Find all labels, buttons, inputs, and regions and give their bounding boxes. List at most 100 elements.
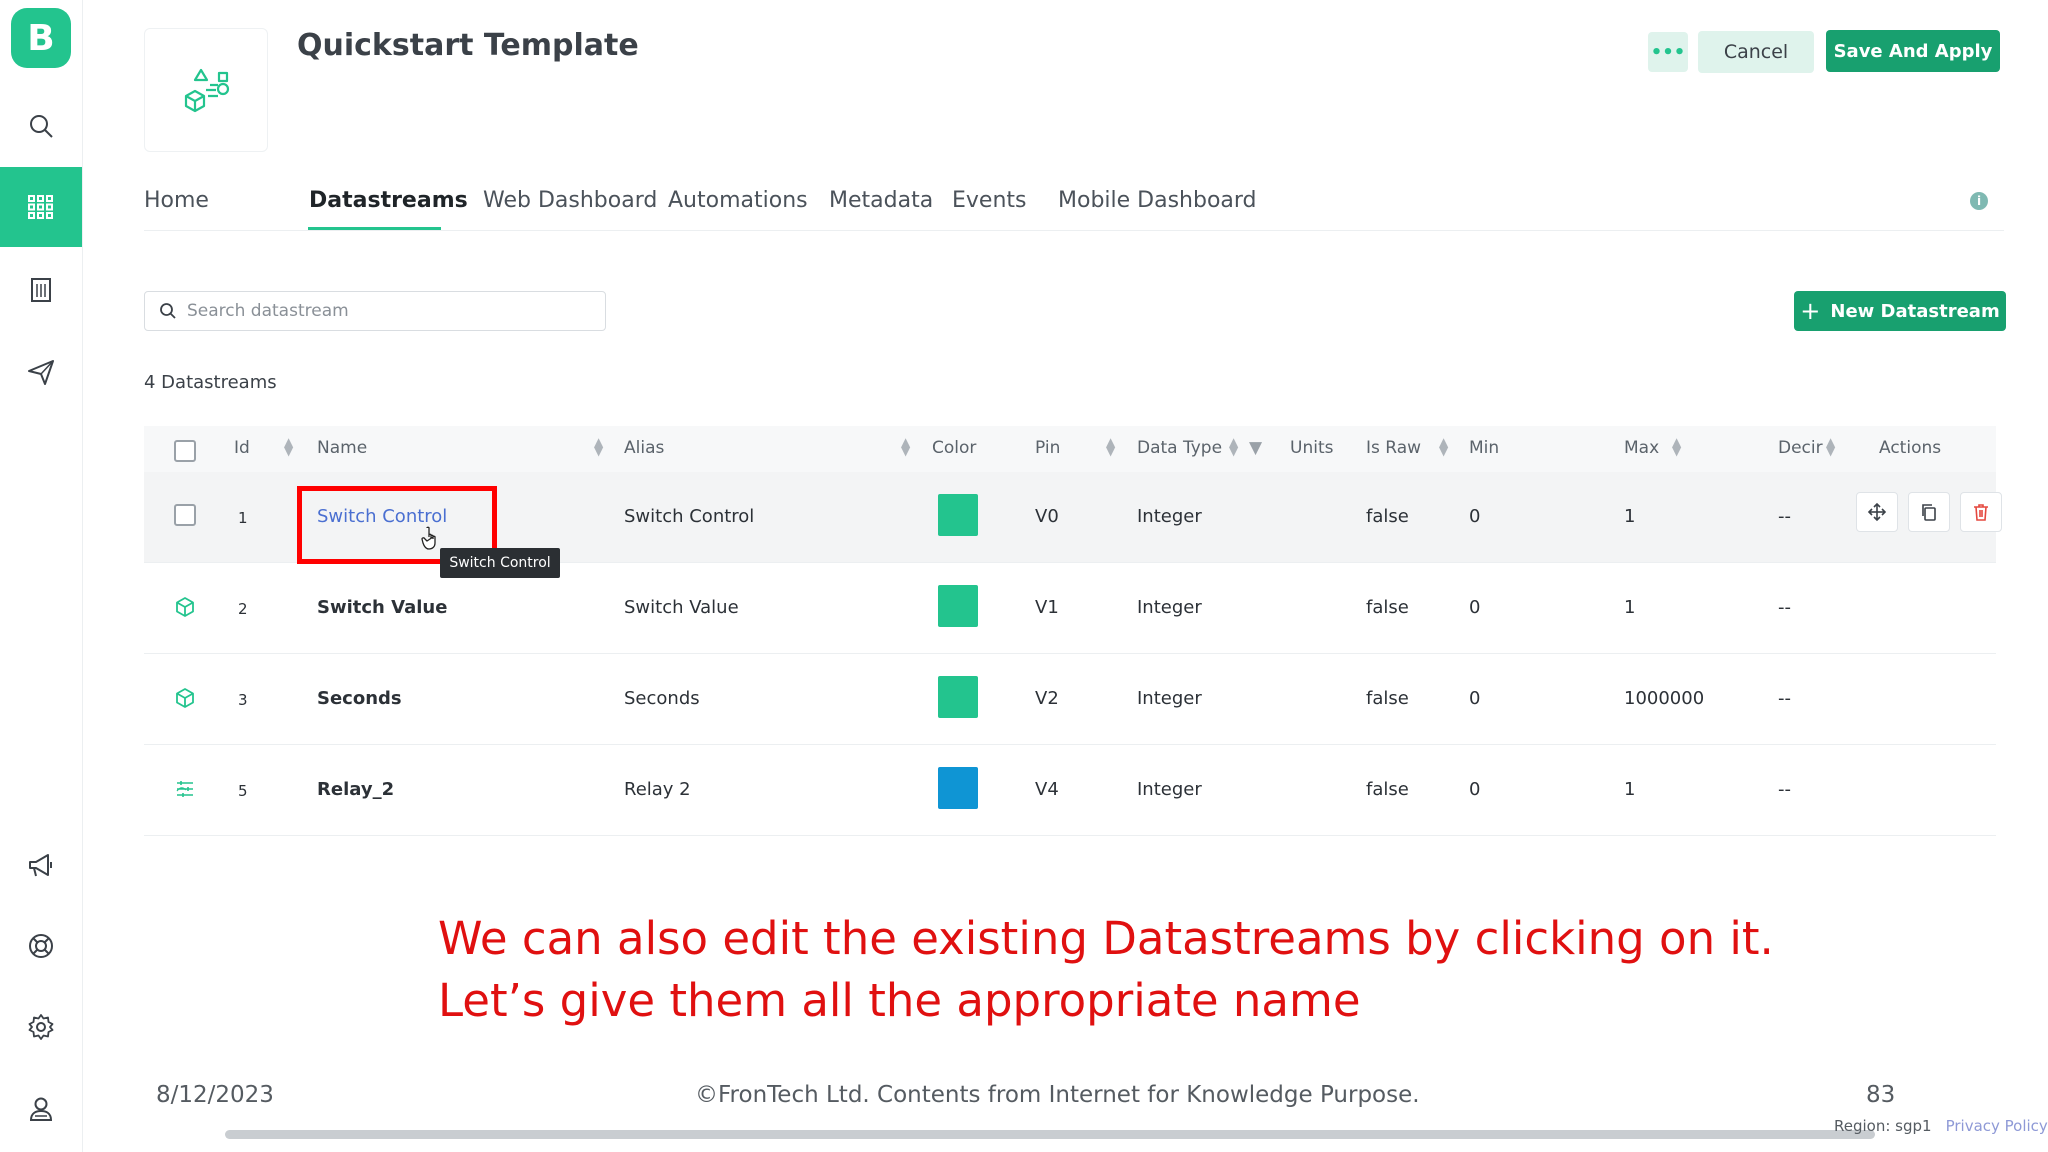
row-alias: Switch Control xyxy=(624,506,755,527)
duplicate-button[interactable] xyxy=(1908,492,1950,532)
building-icon xyxy=(31,278,51,302)
tab-datastreams[interactable]: Datastreams xyxy=(309,188,468,213)
row-pin: V4 xyxy=(1035,779,1059,800)
row-alias: Relay 2 xyxy=(624,779,691,800)
search-icon xyxy=(30,115,53,138)
new-datastream-button[interactable]: + New Datastream xyxy=(1794,291,2006,331)
active-tab-indicator xyxy=(308,227,441,230)
footer-page-number: 83 xyxy=(1866,1082,1896,1108)
row-decimals: -- xyxy=(1778,688,1791,709)
save-and-apply-button[interactable]: Save And Apply xyxy=(1826,30,2000,72)
sort-icon[interactable]: ▲ ▼ xyxy=(594,436,603,457)
column-header-color: Color xyxy=(932,438,977,458)
sidebar-item-send[interactable] xyxy=(0,332,82,412)
column-header-actions: Actions xyxy=(1879,438,1942,458)
row-color-swatch xyxy=(938,676,978,718)
column-header-decimals: Decir xyxy=(1778,438,1823,458)
annotation-text: We can also edit the existing Datastream… xyxy=(438,908,1774,1032)
sliders-icon xyxy=(176,781,193,797)
info-icon[interactable]: i xyxy=(1970,192,1988,210)
horizontal-scrollbar[interactable] xyxy=(225,1130,1875,1139)
tab-events[interactable]: Events xyxy=(952,188,1027,213)
column-header-pin[interactable]: Pin xyxy=(1035,438,1060,458)
sidebar-item-help[interactable] xyxy=(0,906,82,986)
table-row[interactable]: 2 Switch Value Switch Value V1 Integer f… xyxy=(144,563,1996,654)
column-header-is-raw[interactable]: Is Raw xyxy=(1366,438,1421,458)
tab-automations[interactable]: Automations xyxy=(668,188,808,213)
row-min: 0 xyxy=(1469,779,1481,800)
row-checkbox[interactable] xyxy=(174,504,196,526)
sort-icon[interactable]: ▲ ▼ xyxy=(284,436,293,457)
row-name[interactable]: Switch Value xyxy=(317,597,447,618)
hand-cursor-icon xyxy=(421,526,436,550)
region-label: Region: sgp1 xyxy=(1834,1117,1932,1135)
sidebar-item-organizations[interactable] xyxy=(0,250,82,330)
filter-icon[interactable]: ▼ xyxy=(1249,438,1262,458)
grid-icon xyxy=(28,195,53,219)
sidebar-item-search[interactable] xyxy=(0,86,82,166)
more-options-button[interactable]: ••• xyxy=(1648,32,1688,72)
sidebar-item-announcements[interactable] xyxy=(0,825,82,905)
tab-metadata[interactable]: Metadata xyxy=(829,188,933,213)
delete-button[interactable] xyxy=(1960,492,2002,532)
row-data-type: Integer xyxy=(1137,506,1202,527)
row-max: 1000000 xyxy=(1624,688,1705,709)
footer-region: Region: sgp1 Privacy Policy xyxy=(1834,1117,2048,1135)
cube-icon xyxy=(176,688,194,708)
row-color-swatch xyxy=(938,767,978,809)
sidebar-item-settings[interactable] xyxy=(0,987,82,1067)
row-min: 0 xyxy=(1469,506,1481,527)
megaphone-icon xyxy=(29,854,52,877)
sort-icon[interactable]: ▲ ▼ xyxy=(901,436,910,457)
copy-icon xyxy=(1922,504,1936,521)
row-alias: Switch Value xyxy=(624,597,739,618)
row-pin: V1 xyxy=(1035,597,1059,618)
table-row[interactable]: 3 Seconds Seconds V2 Integer false 0 100… xyxy=(144,654,1996,745)
gear-icon xyxy=(28,1014,54,1040)
tab-home[interactable]: Home xyxy=(144,188,209,213)
row-name[interactable]: Relay_2 xyxy=(317,779,394,800)
column-header-data-type[interactable]: Data Type xyxy=(1137,438,1222,458)
sort-icon[interactable]: ▲ ▼ xyxy=(1672,436,1681,457)
tooltip: Switch Control xyxy=(440,548,560,578)
row-pin: V0 xyxy=(1035,506,1059,527)
row-data-type: Integer xyxy=(1137,688,1202,709)
template-image[interactable] xyxy=(144,28,268,152)
sort-icon[interactable]: ▲ ▼ xyxy=(1439,436,1448,457)
sort-icon[interactable]: ▲ ▼ xyxy=(1106,436,1115,457)
row-alias: Seconds xyxy=(624,688,700,709)
row-name[interactable]: Seconds xyxy=(317,688,402,709)
datastream-count: 4 Datastreams xyxy=(144,372,277,393)
row-decimals: -- xyxy=(1778,597,1791,618)
sidebar-item-templates[interactable] xyxy=(0,167,82,247)
cube-icon xyxy=(176,597,194,617)
privacy-policy-link[interactable]: Privacy Policy xyxy=(1946,1117,2048,1135)
tab-web-dashboard[interactable]: Web Dashboard xyxy=(483,188,657,213)
tab-mobile-dashboard[interactable]: Mobile Dashboard xyxy=(1058,188,1257,213)
row-decimals: -- xyxy=(1778,506,1791,527)
page-title: Quickstart Template xyxy=(297,28,639,63)
move-button[interactable] xyxy=(1856,492,1898,532)
row-color-swatch xyxy=(938,585,978,627)
select-all-checkbox[interactable] xyxy=(174,440,196,462)
row-is-raw: false xyxy=(1366,506,1409,527)
table-row[interactable]: 5 Relay_2 Relay 2 V4 Integer false 0 1 -… xyxy=(144,745,1996,836)
template-device-icon xyxy=(184,68,230,113)
sort-icon[interactable]: ▲ ▼ xyxy=(1229,436,1238,457)
column-header-name[interactable]: Name xyxy=(317,438,367,458)
column-header-max[interactable]: Max xyxy=(1624,438,1659,458)
move-icon xyxy=(1867,502,1887,522)
column-header-alias[interactable]: Alias xyxy=(624,438,664,458)
trash-icon xyxy=(1974,504,1988,521)
row-id: 2 xyxy=(238,600,248,618)
row-max: 1 xyxy=(1624,779,1636,800)
sort-icon[interactable]: ▲ ▼ xyxy=(1826,436,1835,457)
column-header-min[interactable]: Min xyxy=(1469,438,1499,458)
sidebar-item-profile[interactable] xyxy=(0,1069,82,1149)
search-datastream-input[interactable] xyxy=(185,300,589,322)
column-header-id[interactable]: Id xyxy=(234,438,250,458)
cancel-button[interactable]: Cancel xyxy=(1698,31,1814,73)
row-decimals: -- xyxy=(1778,779,1791,800)
brand-logo[interactable]: B xyxy=(11,8,71,68)
annotation-line-1: We can also edit the existing Datastream… xyxy=(438,912,1774,965)
